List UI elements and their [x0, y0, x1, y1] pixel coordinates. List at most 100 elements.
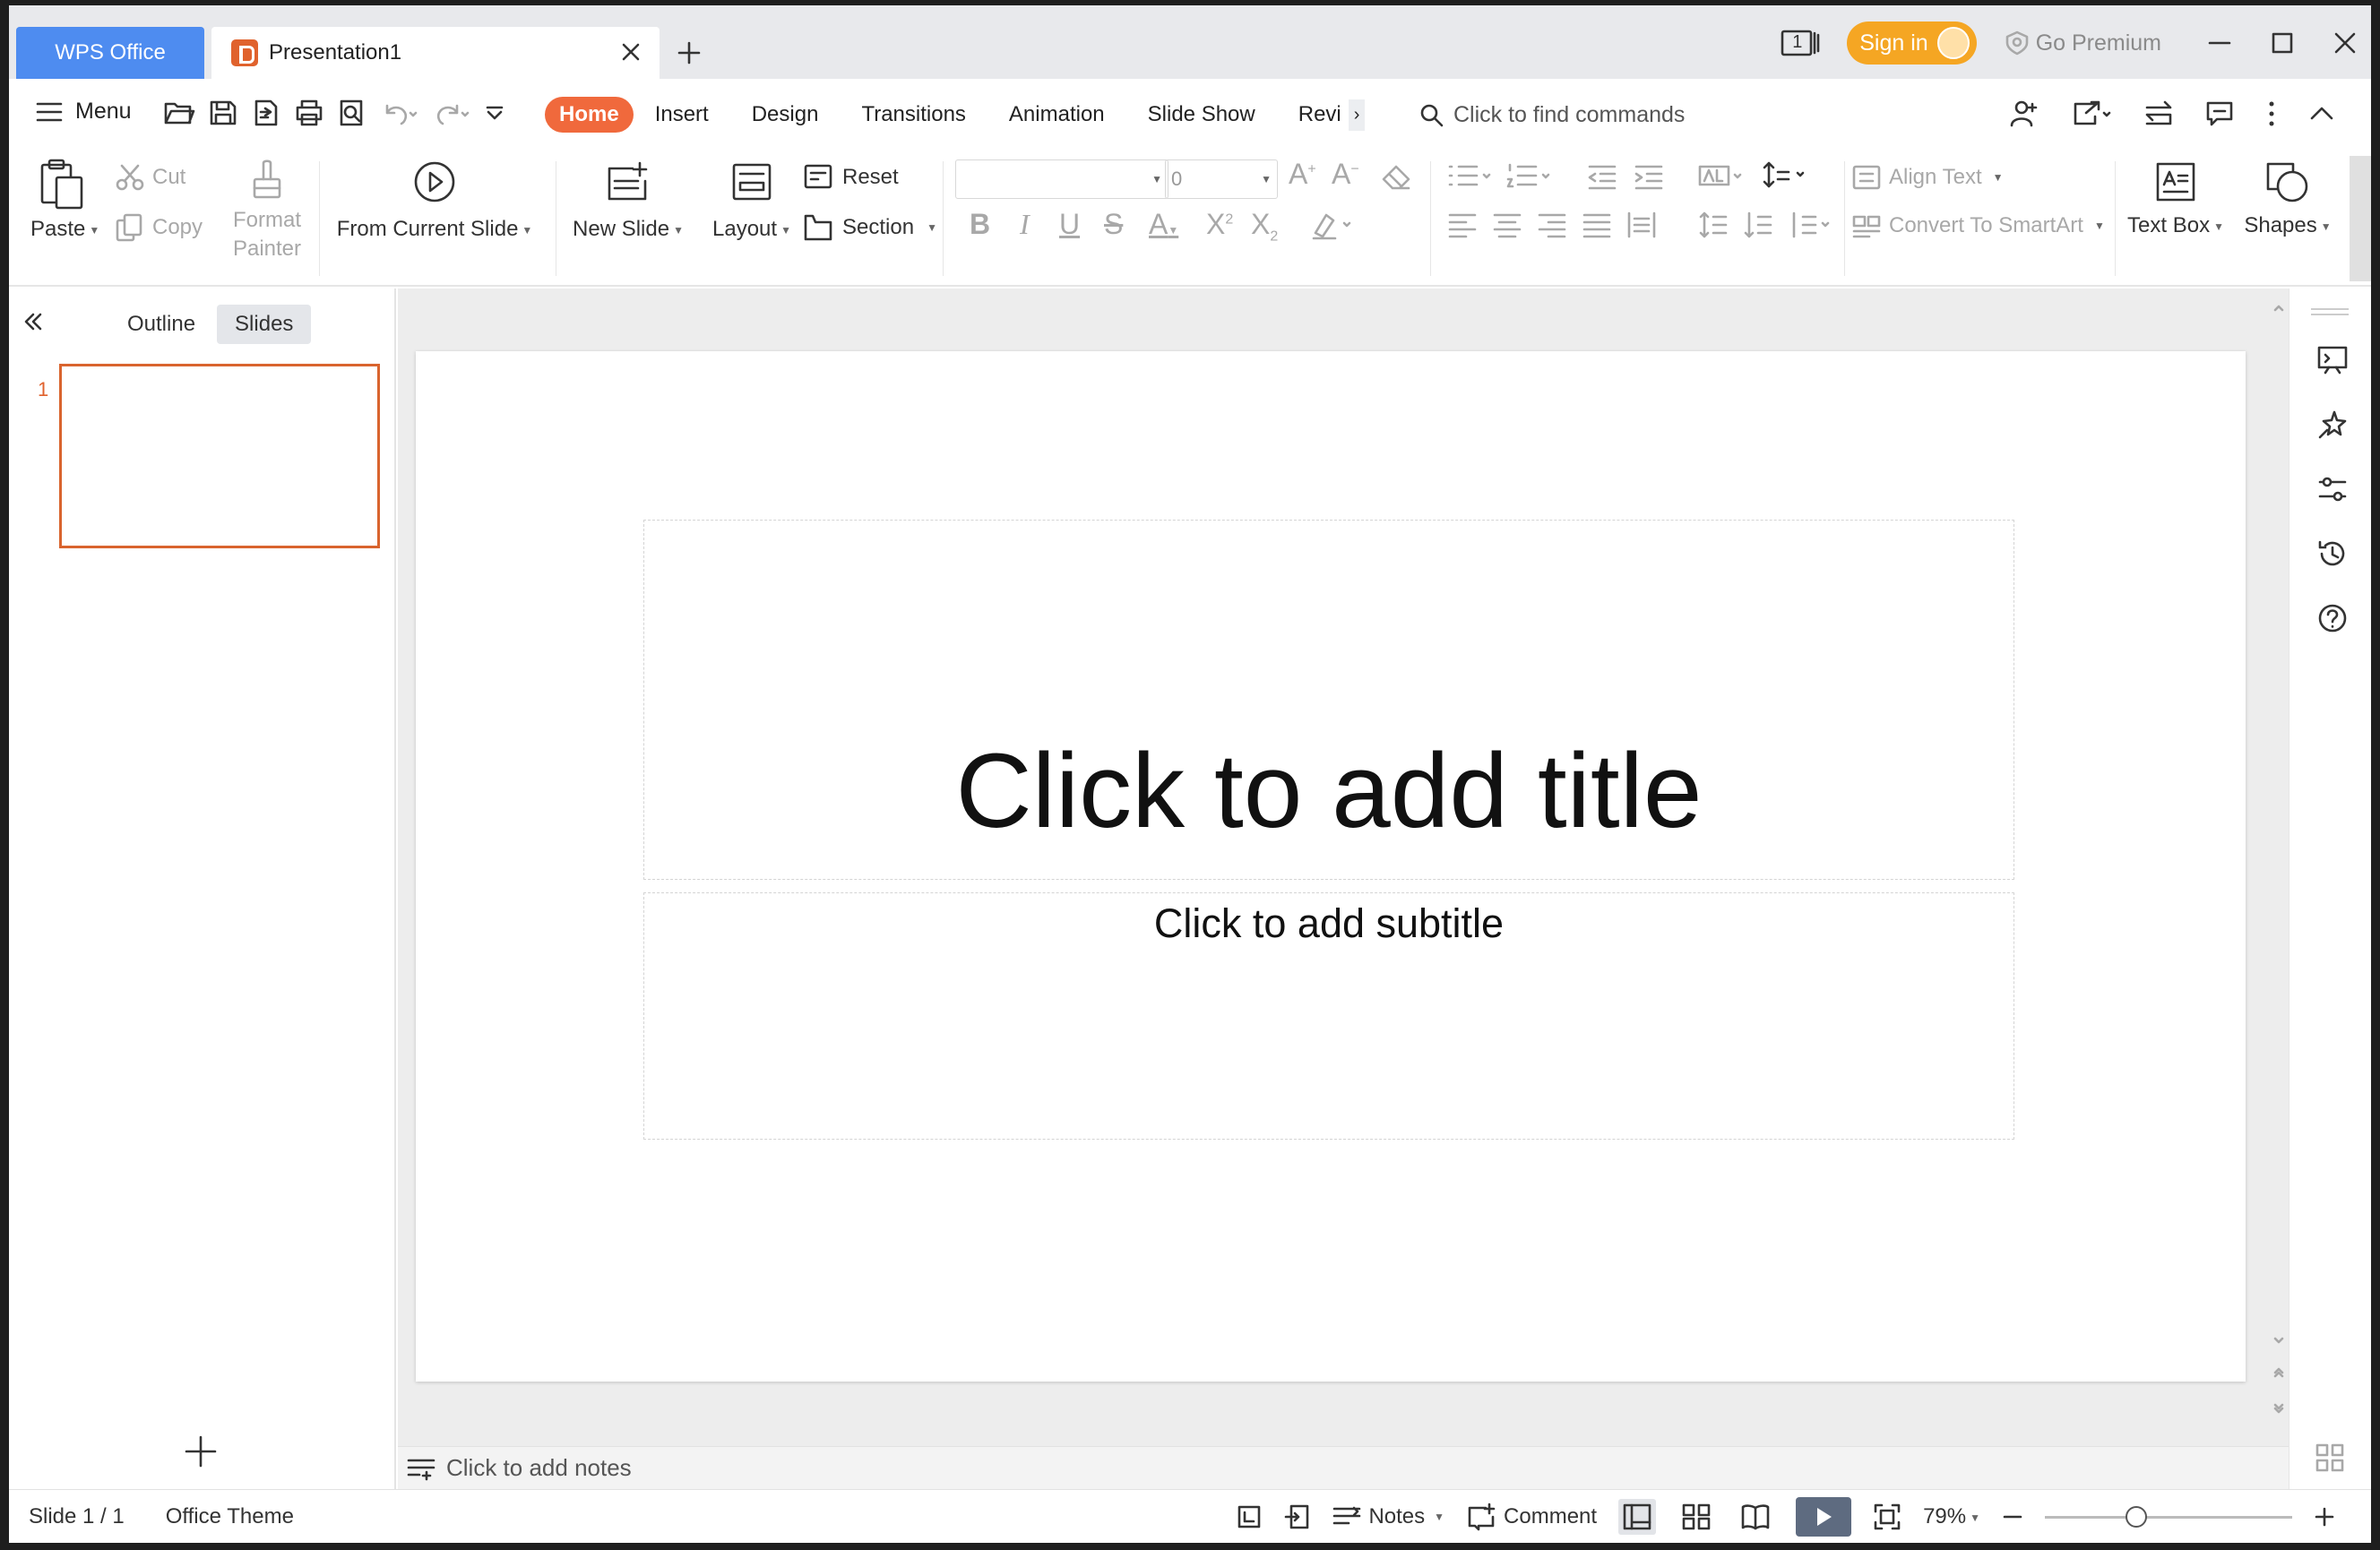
align-center-icon[interactable]	[1491, 210, 1523, 240]
distribute-icon[interactable]	[1625, 210, 1658, 240]
collapse-pane-icon[interactable]	[22, 310, 45, 333]
text-box-button[interactable]: Text Box ▼	[2124, 159, 2228, 238]
play-slideshow-button[interactable]	[1796, 1497, 1852, 1537]
slide-sorter-icon[interactable]	[1677, 1499, 1715, 1535]
theme-name[interactable]: Office Theme	[166, 1504, 294, 1529]
animation-effects-icon[interactable]	[2316, 409, 2349, 441]
font-name-select[interactable]: ▼	[955, 159, 1168, 199]
print-icon[interactable]	[294, 99, 324, 127]
align-left-icon[interactable]	[1446, 210, 1479, 240]
notes-area[interactable]: Click to add notes	[398, 1446, 2289, 1489]
comment-icon[interactable]	[2204, 99, 2235, 129]
vertical-scrollbar[interactable]	[2272, 297, 2285, 1426]
new-tab-icon[interactable]	[676, 39, 703, 66]
copy-button[interactable]: Copy	[115, 213, 203, 242]
from-current-slide-button[interactable]: From Current Slide ▼	[332, 159, 538, 242]
tab-slide-show[interactable]: Slide Show	[1126, 97, 1277, 133]
italic-icon[interactable]: I	[1020, 208, 1030, 241]
subscript-icon[interactable]: X2	[1251, 208, 1278, 245]
section-button[interactable]: Section ▼	[803, 213, 937, 242]
slide[interactable]: Click to add title Click to add subtitle	[416, 351, 2246, 1382]
fit-slide-icon[interactable]	[1236, 1503, 1263, 1530]
font-size-select[interactable]: 0 ▼	[1165, 159, 1278, 199]
paste-button[interactable]: Paste ▼	[30, 158, 99, 242]
decrease-indent-icon[interactable]	[1586, 161, 1618, 192]
tab-slides[interactable]: Slides	[217, 305, 312, 344]
highlight-icon[interactable]	[1310, 210, 1357, 240]
bullets-icon[interactable]	[1446, 161, 1496, 192]
spacing-options-icon[interactable]	[1787, 210, 1837, 240]
clear-format-icon[interactable]	[1380, 163, 1412, 192]
ribbon-scroll-right[interactable]	[2350, 156, 2371, 281]
tab-insert[interactable]: Insert	[634, 97, 730, 133]
superscript-icon[interactable]: X2	[1206, 208, 1233, 241]
notes-toggle[interactable]: Notes ▼	[1332, 1504, 1444, 1529]
help-icon[interactable]	[2316, 602, 2349, 634]
strikethrough-icon[interactable]: S	[1104, 208, 1123, 241]
zoom-out-icon[interactable]	[2002, 1506, 2023, 1528]
zoom-slider-knob[interactable]	[2126, 1505, 2148, 1528]
menu-button[interactable]: Menu	[36, 99, 132, 125]
tab-animation[interactable]: Animation	[987, 97, 1126, 133]
slide-design-icon[interactable]	[2316, 344, 2349, 376]
paragraph-spacing-icon[interactable]	[1742, 210, 1774, 240]
redo-icon[interactable]	[432, 99, 471, 127]
open-icon[interactable]	[163, 99, 195, 127]
normal-view-icon[interactable]	[1618, 1499, 1657, 1535]
sign-in-button[interactable]: Sign in	[1847, 22, 1977, 65]
shapes-button[interactable]: Shapes ▼	[2240, 159, 2335, 238]
reset-button[interactable]: Reset	[803, 163, 899, 192]
add-slide-icon[interactable]	[185, 1435, 217, 1468]
increase-font-icon[interactable]: A+	[1289, 158, 1316, 191]
convert-smartart-button[interactable]: Convert To SmartArt ▼	[1851, 211, 2105, 240]
tab-review[interactable]: Revi	[1277, 97, 1349, 133]
close-window-icon[interactable]	[2332, 30, 2358, 56]
window-count-icon[interactable]: 1	[1781, 28, 1820, 58]
zoom-select[interactable]: 79% ▼	[1923, 1504, 1980, 1529]
justify-icon[interactable]	[1581, 210, 1613, 240]
font-color-icon[interactable]: A▼	[1149, 208, 1178, 241]
slide-thumbnail[interactable]	[59, 364, 380, 548]
align-text-button[interactable]: Align Text ▼	[1851, 163, 2004, 192]
document-assist-icon[interactable]	[1284, 1503, 1311, 1530]
align-right-icon[interactable]	[1536, 210, 1568, 240]
maximize-icon[interactable]	[2269, 30, 2296, 56]
subtitle-placeholder[interactable]: Click to add subtitle	[643, 892, 2014, 1140]
go-premium-button[interactable]: Go Premium	[2004, 30, 2161, 56]
cut-button[interactable]: Cut	[115, 163, 185, 192]
customize-toolbar-icon[interactable]	[484, 99, 505, 127]
best-fit-icon[interactable]	[1873, 1503, 1901, 1531]
line-spacing-direction-icon[interactable]	[1760, 159, 1810, 190]
tab-transitions[interactable]: Transitions	[840, 97, 987, 133]
find-commands[interactable]: Click to find commands	[1419, 102, 1685, 128]
undo-icon[interactable]	[380, 99, 419, 127]
layout-button[interactable]: Layout ▼	[703, 159, 801, 242]
close-tab-icon[interactable]	[618, 39, 643, 65]
history-icon[interactable]	[2316, 538, 2349, 570]
zoom-slider[interactable]	[2045, 1505, 2292, 1528]
reading-view-icon[interactable]	[1737, 1499, 1774, 1535]
comment-toggle[interactable]: Comment	[1466, 1503, 1597, 1531]
more-tabs-icon[interactable]: ›	[1348, 99, 1366, 131]
share-user-icon[interactable]	[2009, 99, 2039, 129]
numbering-icon[interactable]	[1505, 161, 1556, 192]
save-icon[interactable]	[208, 99, 238, 127]
tab-home[interactable]: Home	[545, 97, 634, 133]
properties-icon[interactable]	[2316, 473, 2349, 505]
title-placeholder[interactable]: Click to add title	[643, 520, 2014, 880]
minimize-icon[interactable]	[2206, 30, 2233, 56]
document-tab[interactable]: Presentation1	[211, 27, 660, 79]
tab-design[interactable]: Design	[730, 97, 841, 133]
bold-icon[interactable]: B	[970, 208, 990, 241]
print-preview-icon[interactable]	[337, 99, 367, 127]
increase-indent-icon[interactable]	[1633, 161, 1665, 192]
text-direction-icon[interactable]	[1697, 161, 1747, 192]
sync-icon[interactable]	[2143, 99, 2174, 129]
more-options-icon[interactable]	[2265, 99, 2278, 129]
export-pdf-icon[interactable]	[251, 99, 281, 127]
tab-outline[interactable]: Outline	[109, 305, 213, 344]
share-icon[interactable]	[2070, 99, 2113, 129]
decrease-font-icon[interactable]: A−	[1332, 158, 1359, 191]
zoom-in-icon[interactable]	[2314, 1506, 2335, 1528]
line-spacing-icon[interactable]	[1697, 210, 1729, 240]
